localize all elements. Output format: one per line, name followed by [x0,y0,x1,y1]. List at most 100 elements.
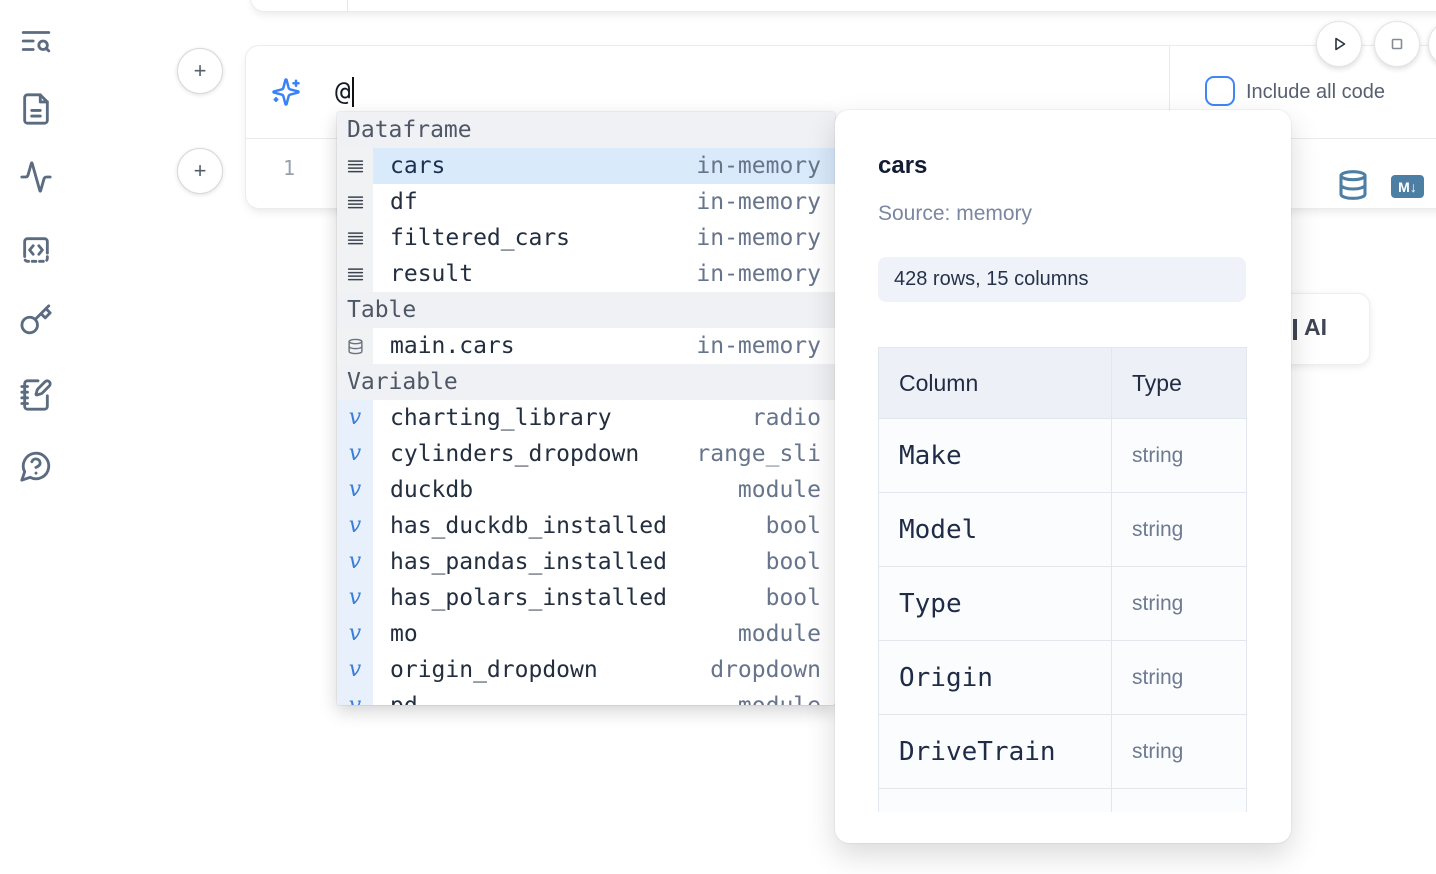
completion-item-detail: in-memory [696,333,821,359]
column-row-DriveTrain: DriveTrainstring [879,715,1247,789]
completion-item-has_polars_installed[interactable]: v has_polars_installed bool [337,580,835,616]
file-document-icon[interactable] [19,92,53,126]
completion-item-detail: in-memory [696,189,821,215]
completion-item-result[interactable]: result in-memory [337,256,835,292]
completion-item-cars[interactable]: cars in-memory [337,148,835,184]
completion-item-charting_library[interactable]: v charting_library radio [337,400,835,436]
completion-section-dataframe: Dataframe [337,112,835,148]
add-cell-above-button[interactable]: + [177,48,223,94]
completion-item-label: mo [390,621,418,647]
column-name-cell: Origin [879,641,1112,715]
stop-icon [1385,32,1409,56]
completion-item-label: result [390,261,473,287]
completion-item-label: cars [390,153,445,179]
preview-title: cars [878,152,927,180]
completion-item-label: main.cars [390,333,515,359]
completion-item-detail: module [738,693,821,705]
column-type-cell: string [1112,641,1247,715]
completion-item-cylinders_dropdown[interactable]: v cylinders_dropdown range_sli [337,436,835,472]
column-row-Make: Makestring [879,419,1247,493]
key-secrets-icon[interactable] [19,303,53,337]
completion-item-has_pandas_installed[interactable]: vhas_pandas_installedbool [337,544,835,580]
completion-item-filtered_cars[interactable]: filtered_carsin-memory [337,220,835,256]
database-icon[interactable] [1337,168,1369,202]
variable-icon: v [337,400,373,436]
completion-item-has_duckdb_installed[interactable]: v has_duckdb_installed bool [337,508,835,544]
column-type-cell: string [1112,493,1247,567]
notebook-canvas: + + @ Include all code 1 M↓ Dataframecar… [0,0,1436,874]
completion-dropdown: Dataframe cars in-memory df in-memory filtere… [337,112,835,705]
completion-item-label: df [390,189,418,215]
column-name-cell: Make [879,419,1112,493]
column-header: Column [879,348,1112,419]
column-name-cell: DriveTrain [879,715,1112,789]
dataframe-icon [337,148,373,184]
sidebar [0,0,80,874]
variable-icon: v [337,544,373,580]
completion-item-label: has_polars_installed [390,585,667,611]
column-name-cell: Type [879,567,1112,641]
column-row-Model: Modelstring [879,493,1247,567]
add-cell-below-button[interactable]: + [177,148,223,194]
completion-item-detail: bool [766,513,821,539]
completion-item-detail: bool [766,585,821,611]
completion-item-label: pd [390,693,418,705]
column-row-Origin: Originstring [879,641,1247,715]
completion-item-detail: module [738,621,821,647]
previous-cell-partial [250,0,1436,12]
completion-item-label: filtered_cars [390,225,570,251]
completion-item-detail: dropdown [710,657,821,683]
table-icon [337,328,373,364]
type-header: Type [1112,348,1247,419]
dataframe-icon [337,256,373,292]
completion-item-pd[interactable]: v pd module [337,688,835,705]
preview-table-wrapper: Column Type MakestringModelstringTypestr… [878,347,1247,812]
stop-button[interactable] [1374,21,1420,67]
completion-item-label: has_duckdb_installed [390,513,667,539]
dataframe-icon [337,184,373,220]
prompt-value: @ [335,77,351,107]
variable-icon: v [337,616,373,652]
column-type-table: Column Type MakestringModelstringTypestr… [878,347,1247,812]
play-icon [1327,32,1351,56]
ai-sparkles-icon [271,77,301,107]
column-type-cell: string [1112,567,1247,641]
completion-item-label: cylinders_dropdown [390,441,639,467]
code-snippets-icon[interactable] [19,233,53,267]
scratchpad-icon[interactable] [19,378,53,412]
column-row-partial [879,789,1247,813]
preview-source: Source: memory [878,202,1032,226]
completion-item-mo[interactable]: vmo module [337,616,835,652]
completion-item-origin_dropdown[interactable]: vorigin_dropdowndropdown [337,652,835,688]
dataframe-icon [337,220,373,256]
column-type-cell: string [1112,715,1247,789]
activity-icon[interactable] [19,160,53,194]
variable-icon: v [337,652,373,688]
variable-icon: v [337,472,373,508]
completion-item-main.cars[interactable]: main.cars in-memory [337,328,835,364]
toc-search-icon[interactable] [19,24,53,58]
completion-item-label: duckdb [390,477,473,503]
dataframe-preview-panel: cars Source: memory 428 rows, 15 columns… [835,110,1291,843]
preview-shape-badge: 428 rows, 15 columns [878,257,1246,302]
run-button[interactable] [1316,21,1362,67]
variable-icon: v [337,436,373,472]
variable-icon: v [337,688,373,705]
completion-item-detail: range_sli [696,441,821,467]
markdown-icon[interactable]: M↓ [1391,175,1424,198]
line-number: 1 [269,156,309,180]
completion-item-label: charting_library [390,405,612,431]
completion-item-df[interactable]: df in-memory [337,184,835,220]
completion-item-duckdb[interactable]: vduckdbmodule [337,472,835,508]
variable-icon: v [337,580,373,616]
help-chat-icon[interactable] [19,449,53,483]
variable-icon: v [337,508,373,544]
completion-item-detail: in-memory [696,261,821,287]
include-all-code-checkbox[interactable] [1205,76,1235,106]
completion-item-label: has_pandas_installed [390,549,667,575]
column-type-cell: string [1112,419,1247,493]
cell-gutter-divider [347,0,348,11]
completion-item-detail: in-memory [696,153,821,179]
completion-item-detail: radio [752,405,821,431]
ai-generate-button-partial[interactable]: AI [1280,293,1370,365]
